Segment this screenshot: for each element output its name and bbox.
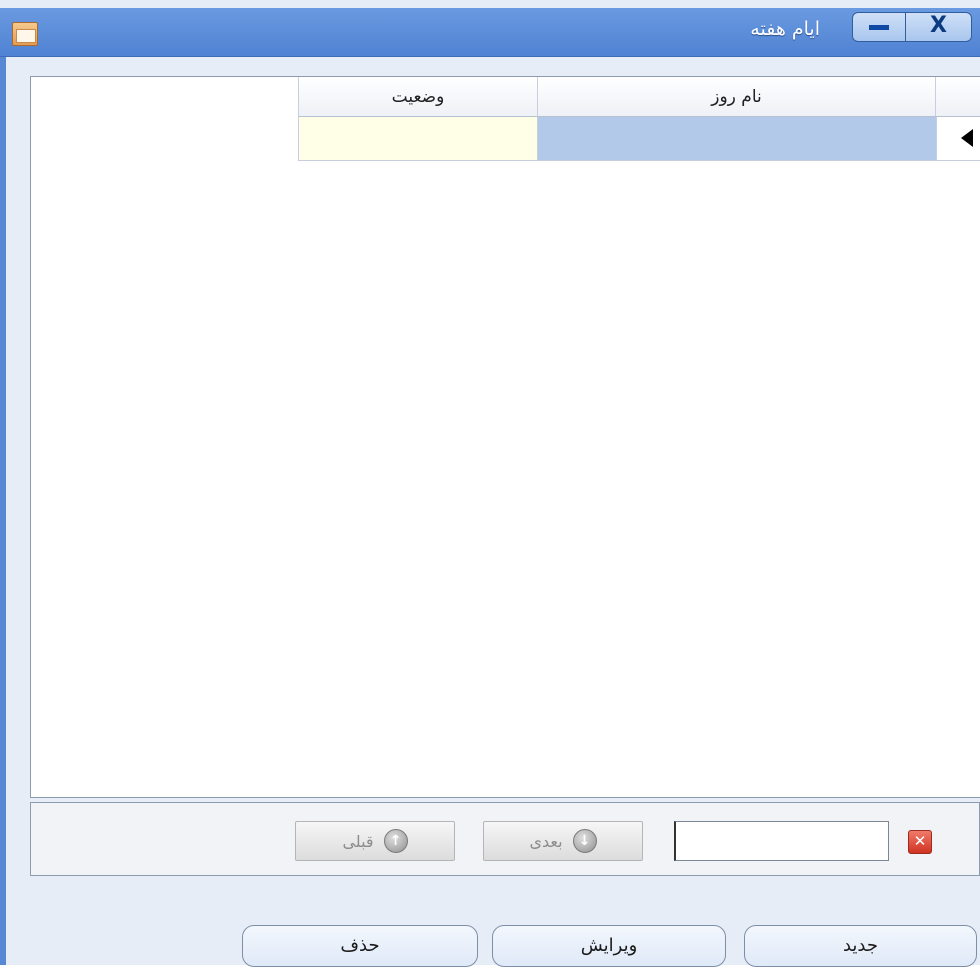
row-indicator[interactable] — [936, 117, 980, 161]
table-cell-status[interactable] — [298, 117, 538, 161]
search-input[interactable] — [674, 821, 889, 861]
close-button[interactable]: X — [905, 12, 972, 42]
title-bar[interactable]: ایام هفته X — [0, 8, 980, 57]
next-button[interactable]: ↓ بعدی — [483, 821, 643, 861]
row-pointer-icon — [961, 129, 973, 147]
window-title: ایام هفته — [750, 18, 820, 40]
edit-button[interactable]: ویرایش — [492, 925, 726, 967]
column-header-corner — [936, 77, 980, 117]
delete-button[interactable]: حذف — [242, 925, 478, 967]
arrow-up-circle-icon: ↑ — [383, 829, 408, 853]
minimize-icon — [869, 25, 889, 30]
window-app-icon[interactable] — [12, 22, 38, 46]
minimize-button[interactable] — [852, 12, 906, 42]
next-label: بعدی — [529, 831, 563, 851]
arrow-down-circle-icon: ↓ — [572, 829, 597, 853]
previous-label: قبلی — [342, 831, 374, 851]
close-icon: X — [930, 13, 947, 38]
previous-button[interactable]: ↑ قبلی — [295, 821, 455, 861]
navigation-bar: ↑ قبلی ↓ بعدی ✕ — [30, 802, 980, 876]
column-header-status[interactable]: وضعیت — [298, 77, 538, 117]
new-button[interactable]: جدید — [744, 925, 977, 967]
column-header-day-name[interactable]: نام روز — [538, 77, 936, 117]
days-grid[interactable]: وضعیت نام روز — [30, 76, 980, 798]
clear-search-icon[interactable]: ✕ — [908, 830, 932, 854]
table-cell-day-name[interactable] — [538, 117, 936, 161]
content-area: وضعیت نام روز ↑ قبلی ↓ بعدی ✕ حذف ویرایش… — [0, 57, 980, 967]
window: ایام هفته X وضعیت نام روز ↑ قبلی ↓ بعدی … — [0, 0, 980, 967]
